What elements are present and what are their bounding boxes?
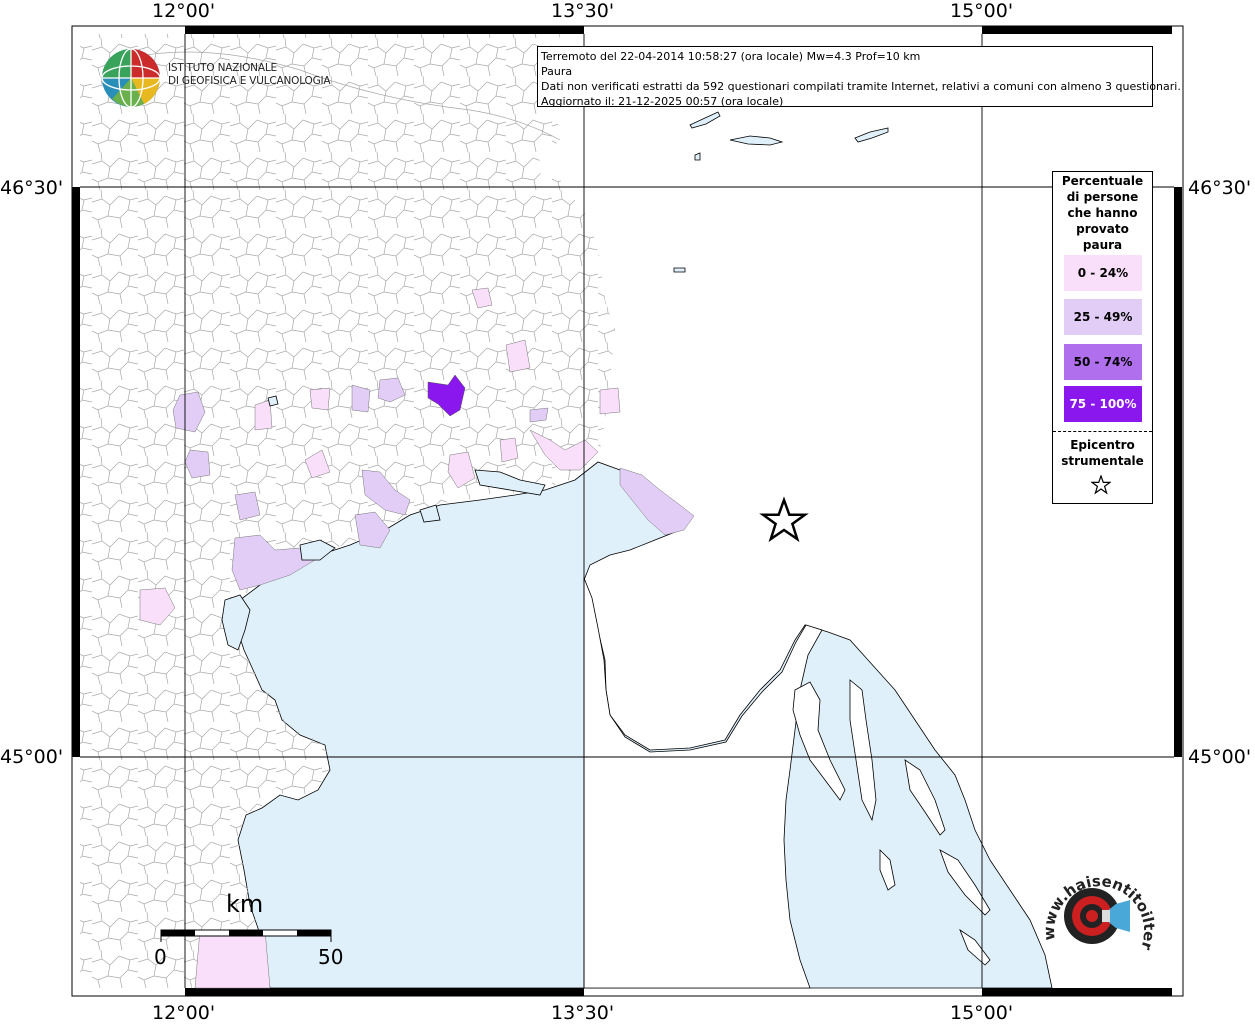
lon-label-bottom-15: 15°00' [950, 1002, 1014, 1024]
lon-label-top-12: 12°00' [152, 0, 216, 22]
star-icon [1091, 475, 1111, 495]
legend-item-0-24: 0 - 24% [1064, 255, 1142, 291]
legend-item-25-49: 25 - 49% [1064, 299, 1142, 335]
ingv-logo-text: ISTITUTO NAZIONALE DI GEOFISICA E VULCAN… [168, 62, 331, 87]
legend-item-75-100: 75 - 100% [1064, 386, 1142, 422]
lon-label-bottom-1330: 13°30' [551, 1002, 615, 1024]
map-type: Paura [541, 65, 573, 78]
lat-label-right-4630: 46°30' [1188, 177, 1252, 199]
map-area [80, 34, 1174, 989]
update-time: Aggiornato il: 21-12-2025 00:57 (ora loc… [541, 95, 784, 108]
lon-label-top-15: 15°00' [950, 0, 1014, 22]
legend-divider [1053, 431, 1152, 432]
event-title: Terremoto del 22-04-2014 10:58:27 (ora l… [541, 50, 921, 63]
haisentitoilterremoto-logo: www.haisentitoilterremoto.it [1030, 860, 1158, 953]
scale-unit: km [226, 890, 264, 918]
event-info-box: Terremoto del 22-04-2014 10:58:27 (ora l… [537, 46, 1181, 108]
scale-end: 50 [318, 945, 344, 969]
legend-title: Percentuale di persone che hanno provato… [1061, 174, 1144, 252]
data-note: Dati non verificati estratti da 592 ques… [541, 80, 1181, 93]
lat-label-left-45: 45°00' [0, 746, 64, 768]
legend: Percentuale di persone che hanno provato… [1052, 171, 1153, 504]
lat-label-left-4630: 46°30' [0, 177, 64, 199]
legend-item-50-74: 50 - 74% [1064, 344, 1142, 380]
lon-label-top-1330: 13°30' [551, 0, 615, 22]
legend-epicenter-label: Epicentro strumentale [1061, 438, 1144, 468]
scale-start: 0 [154, 945, 167, 969]
lat-label-right-45: 45°00' [1188, 746, 1252, 768]
lon-label-bottom-12: 12°00' [152, 1002, 216, 1024]
ingv-globe-logo [101, 48, 161, 108]
